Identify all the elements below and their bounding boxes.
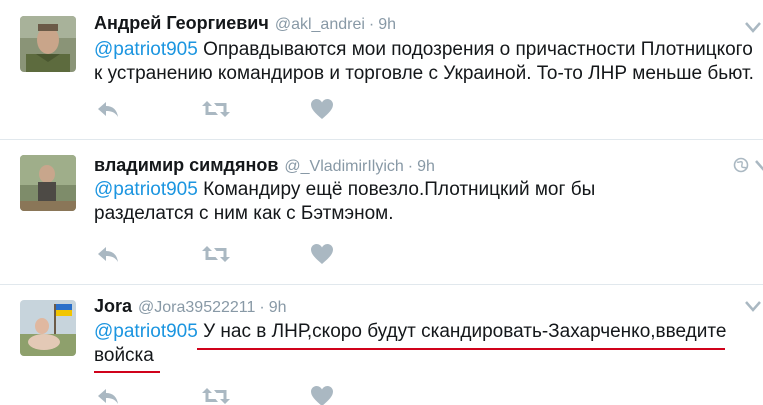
mention-link[interactable]: @patriot905 (94, 39, 198, 60)
display-name[interactable]: Jora (94, 296, 132, 316)
like-icon[interactable] (310, 98, 334, 120)
timestamp[interactable]: 9h (417, 158, 435, 175)
separator-dot: · (407, 158, 414, 175)
tweet-actions (96, 385, 396, 405)
display-name[interactable]: владимир симдянов (94, 155, 278, 175)
like-icon[interactable] (310, 385, 334, 405)
mention-link[interactable]: @patriot905 (94, 179, 198, 200)
chevron-down-icon[interactable] (745, 299, 761, 312)
reply-icon[interactable] (96, 243, 120, 265)
reply-icon[interactable] (96, 98, 120, 120)
chevron-down-icon[interactable] (755, 158, 763, 171)
tweet-text: @patriot905 Оправдываются мои подозрения… (94, 38, 754, 86)
display-name[interactable]: Андрей Георгиевич (94, 13, 269, 33)
separator-dot: · (368, 16, 375, 33)
timestamp[interactable]: 9h (269, 299, 287, 316)
chevron-down-icon[interactable] (745, 20, 761, 33)
tweet-header: владимир симдянов @_VladimirIlyich · 9h (94, 155, 435, 177)
retweet-icon[interactable] (202, 98, 230, 120)
timestamp[interactable]: 9h (378, 16, 396, 33)
tweet-2: владимир симдянов @_VladimirIlyich · 9h @pa… (0, 140, 763, 285)
separator-dot: · (259, 299, 265, 316)
user-handle[interactable]: @Jora39522211 (138, 299, 255, 316)
red-underline (94, 371, 160, 373)
red-underline (197, 348, 725, 350)
avatar[interactable] (20, 155, 76, 211)
tweet-actions (96, 243, 396, 267)
tweet-text: @patriot905 Командиру ещё повезло.Плотни… (94, 178, 694, 226)
reply-icon[interactable] (96, 385, 120, 405)
tweet-header: Андрей Георгиевич @akl_andrei · 9h (94, 13, 396, 35)
retweet-icon[interactable] (202, 243, 230, 265)
avatar[interactable] (20, 300, 76, 356)
globe-icon (733, 157, 749, 173)
mention-link[interactable]: @patriot905 (94, 321, 198, 342)
tweet-text: @patriot905 У нас в ЛНР,скоро будут скан… (94, 320, 734, 368)
like-icon[interactable] (310, 243, 334, 265)
retweet-icon[interactable] (202, 385, 230, 405)
tweet-actions (96, 98, 396, 122)
avatar[interactable] (20, 16, 76, 72)
user-handle[interactable]: @_VladimirIlyich (284, 158, 403, 175)
tweet-3: Jora @Jora39522211 · 9h @patriot905 У нас в… (0, 285, 763, 405)
user-handle[interactable]: @akl_andrei (275, 16, 365, 33)
tweet-1: Андрей Георгиевич @akl_andrei · 9h @patriot… (0, 0, 763, 140)
tweet-header: Jora @Jora39522211 · 9h (94, 296, 287, 318)
